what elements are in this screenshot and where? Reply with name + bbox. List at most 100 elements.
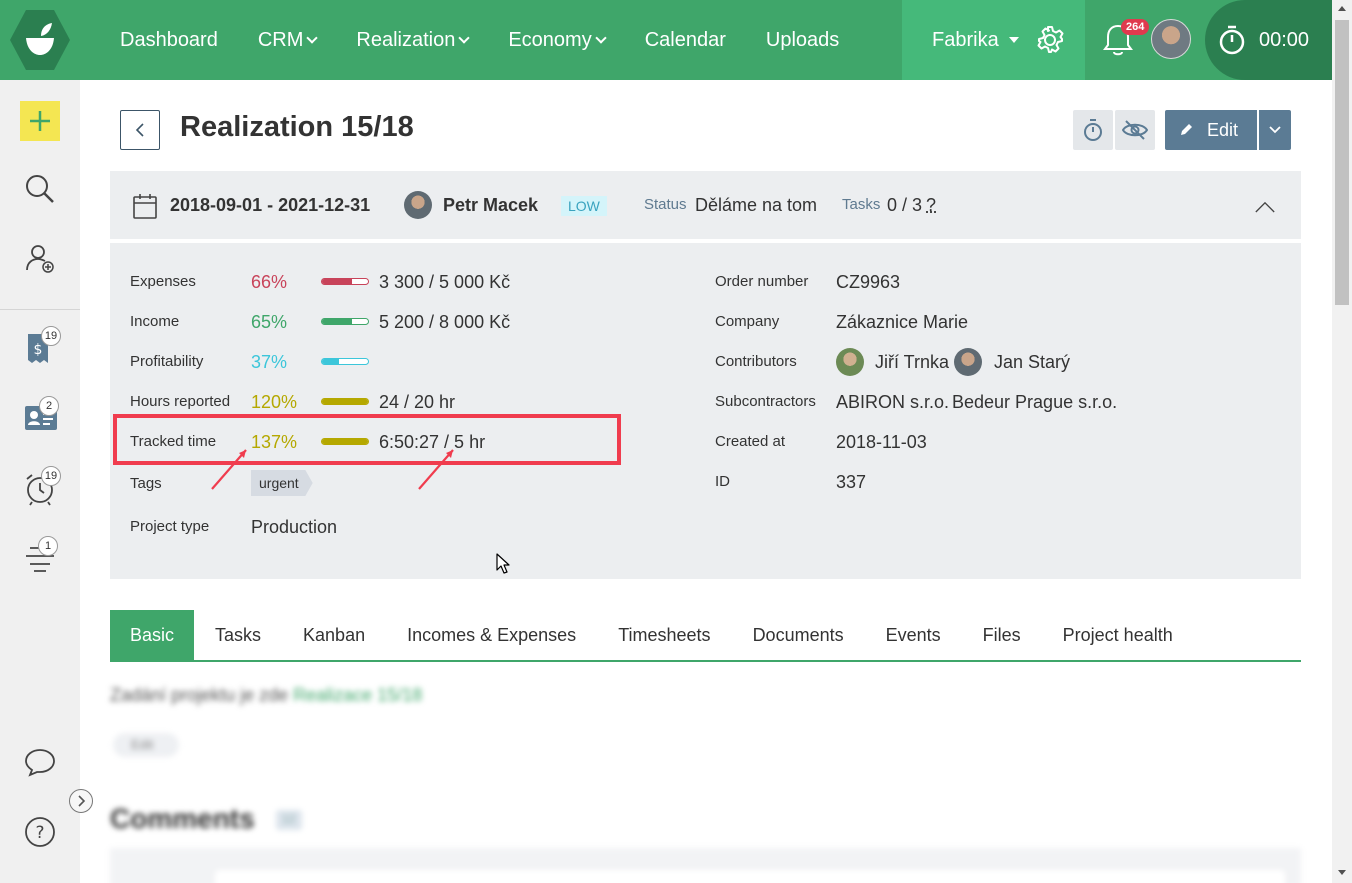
scroll-up-arrow-icon[interactable] (1338, 6, 1346, 11)
tab-timesheets[interactable]: Timesheets (597, 610, 731, 660)
add-user-icon[interactable] (24, 242, 56, 274)
nav-dashboard[interactable]: Dashboard (120, 29, 218, 52)
expenses-progress-fill (322, 279, 352, 284)
contributor-avatar (954, 348, 982, 376)
tasks-help-link[interactable]: ? (926, 195, 936, 215)
nav-calendar[interactable]: Calendar (645, 29, 726, 52)
company-name: Fabrika (932, 29, 999, 52)
edit-button-label: Edit (1207, 120, 1238, 141)
unwatch-button[interactable] (1115, 110, 1155, 150)
description-link[interactable]: Realizace 15/18 (293, 685, 422, 705)
user-avatar[interactable] (1151, 19, 1191, 59)
tab-tasks[interactable]: Tasks (194, 610, 282, 660)
edit-options-dropdown[interactable] (1259, 110, 1291, 150)
tab-basic[interactable]: Basic (110, 610, 194, 660)
tab-documents[interactable]: Documents (732, 610, 865, 660)
gear-icon[interactable] (1034, 24, 1066, 56)
nav-dashboard-label: Dashboard (120, 29, 218, 52)
created-at-value: 2018-11-03 (836, 432, 927, 453)
hours-reported-progress-fill (322, 399, 368, 404)
add-button[interactable] (20, 101, 60, 141)
scroll-down-arrow-icon[interactable] (1338, 870, 1346, 875)
description-edit-chip[interactable]: Edit (113, 733, 179, 757)
expenses-value: 3 300 / 5 000 Kč (379, 272, 510, 293)
tasks-badge: 1 (38, 536, 58, 556)
contributor-name[interactable]: Jiří Trnka (875, 352, 949, 373)
company-switcher[interactable]: Fabrika (902, 0, 1085, 80)
nav-calendar-label: Calendar (645, 29, 726, 52)
comments-count: 12 (282, 812, 295, 826)
svg-text:?: ? (35, 823, 44, 843)
expenses-label: Expenses (130, 273, 196, 290)
company-value[interactable]: Zákaznice Marie (836, 312, 968, 333)
tab-events[interactable]: Events (865, 610, 962, 660)
svg-text:$: $ (34, 342, 43, 358)
edit-button[interactable]: Edit (1165, 110, 1257, 150)
nav-economy[interactable]: Economy (508, 29, 604, 52)
id-label: ID (715, 473, 730, 490)
project-description: Zadání projektu je zde Realizace 15/18 (110, 685, 422, 706)
id-value: 337 (836, 472, 866, 493)
back-button[interactable] (120, 110, 160, 150)
tasks-count-value: 0 / 3 (887, 195, 922, 215)
profitability-percent: 37% (251, 352, 287, 373)
profitability-progress-fill (322, 359, 339, 364)
chevron-down-icon (459, 32, 470, 43)
nav-economy-label: Economy (508, 29, 591, 52)
sidebar-expand-button[interactable] (69, 789, 93, 813)
nav-uploads[interactable]: Uploads (766, 29, 839, 52)
timer-start-button[interactable] (1073, 110, 1113, 150)
tab-incomes-expenses[interactable]: Incomes & Expenses (386, 610, 597, 660)
comment-input[interactable] (215, 870, 1285, 883)
main-nav: Dashboard CRM Realization Economy Calend… (120, 0, 879, 80)
timer-widget[interactable]: 00:00 (1205, 0, 1332, 80)
income-progress-fill (322, 319, 352, 324)
hours-reported-progress-bar (321, 398, 369, 405)
page-scrollbar[interactable] (1332, 0, 1352, 883)
pencil-icon (1179, 123, 1193, 137)
mouse-cursor-icon (496, 553, 512, 575)
search-icon[interactable] (24, 173, 56, 205)
profitability-label: Profitability (130, 353, 203, 370)
income-label: Income (130, 313, 179, 330)
subcontractor-name[interactable]: Bedeur Prague s.r.o. (952, 392, 1117, 413)
tab-kanban[interactable]: Kanban (282, 610, 386, 660)
nav-realization[interactable]: Realization (356, 29, 468, 52)
nav-realization-label: Realization (356, 29, 455, 52)
plus-icon (28, 109, 52, 133)
nav-uploads-label: Uploads (766, 29, 839, 52)
chevron-up-icon[interactable] (1255, 197, 1275, 217)
description-edit-label: Edit (131, 737, 153, 752)
contributor-name[interactable]: Jan Starý (994, 352, 1070, 373)
reminders-badge: 19 (41, 466, 61, 486)
tag-chip[interactable]: urgent (251, 470, 313, 496)
sidebar-divider (0, 309, 80, 310)
calendar-icon (133, 193, 157, 219)
subcontractor-name[interactable]: ABIRON s.r.o. (836, 392, 949, 413)
scroll-thumb[interactable] (1335, 20, 1349, 305)
chat-icon[interactable] (24, 747, 56, 777)
status-value[interactable]: Děláme na tom (695, 195, 817, 216)
annotation-arrow-icon (415, 444, 459, 492)
tasks-count: 0 / 3? (887, 195, 936, 216)
timer-value: 00:00 (1259, 29, 1309, 52)
project-tabs: Basic Tasks Kanban Incomes & Expenses Ti… (110, 610, 1301, 662)
caret-down-icon (1009, 37, 1019, 43)
contacts-badge: 2 (39, 396, 59, 416)
annotation-highlight-box (113, 414, 621, 465)
priority-badge: LOW (561, 196, 607, 216)
tab-project-health[interactable]: Project health (1042, 610, 1194, 660)
chevron-down-icon (307, 32, 318, 43)
profitability-progress-bar (321, 358, 369, 365)
subcontractors-label: Subcontractors (715, 393, 816, 410)
project-type-value: Production (251, 517, 337, 538)
eye-off-icon (1122, 120, 1148, 140)
comments-heading: Comments (110, 803, 255, 835)
help-icon[interactable]: ? (24, 816, 56, 848)
nav-crm[interactable]: CRM (258, 29, 317, 52)
stopwatch-icon (1218, 24, 1246, 56)
app-logo-icon[interactable] (8, 8, 72, 72)
created-at-label: Created at (715, 433, 785, 450)
owner-name[interactable]: Petr Macek (443, 195, 538, 216)
tab-files[interactable]: Files (962, 610, 1042, 660)
